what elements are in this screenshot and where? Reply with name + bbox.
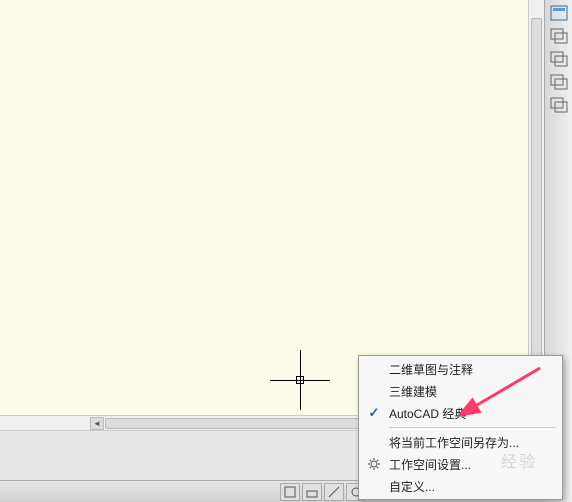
menu-item-3d-modeling[interactable]: 三维建模 — [361, 380, 560, 402]
menu-item-customize[interactable]: 自定义... — [361, 475, 560, 497]
palette-icon-1[interactable] — [548, 3, 570, 23]
workspace-context-menu: 二维草图与注释 三维建模 ✓ AutoCAD 经典 将当前工作空间另存为... … — [358, 355, 563, 500]
menu-item-2d-drafting[interactable]: 二维草图与注释 — [361, 358, 560, 380]
menu-label: 将当前工作空间另存为... — [389, 434, 519, 451]
status-btn-3[interactable] — [324, 483, 344, 501]
status-btn-2[interactable] — [302, 483, 322, 501]
scroll-left-button[interactable]: ◄ — [90, 417, 104, 430]
menu-separator — [389, 427, 556, 428]
menu-item-autocad-classic[interactable]: ✓ AutoCAD 经典 — [361, 402, 560, 424]
palette-icon-2[interactable] — [548, 26, 570, 46]
status-btn-1[interactable] — [280, 483, 300, 501]
vertical-scroll-thumb[interactable] — [531, 18, 542, 388]
menu-label: 工作空间设置... — [389, 456, 471, 473]
palette-icon-4[interactable] — [548, 72, 570, 92]
check-icon: ✓ — [365, 404, 383, 422]
menu-label: 自定义... — [389, 478, 435, 495]
vertical-scrollbar[interactable] — [528, 0, 544, 415]
palette-icon-3[interactable] — [548, 49, 570, 69]
menu-item-workspace-settings[interactable]: 工作空间设置... — [361, 453, 560, 475]
menu-label: 二维草图与注释 — [389, 361, 473, 378]
menu-item-save-workspace-as[interactable]: 将当前工作空间另存为... — [361, 431, 560, 453]
gear-icon — [365, 455, 383, 473]
palette-icon-5[interactable] — [548, 95, 570, 115]
menu-label: AutoCAD 经典 — [389, 405, 466, 422]
drawing-canvas[interactable] — [0, 0, 545, 415]
menu-label: 三维建模 — [389, 383, 437, 400]
